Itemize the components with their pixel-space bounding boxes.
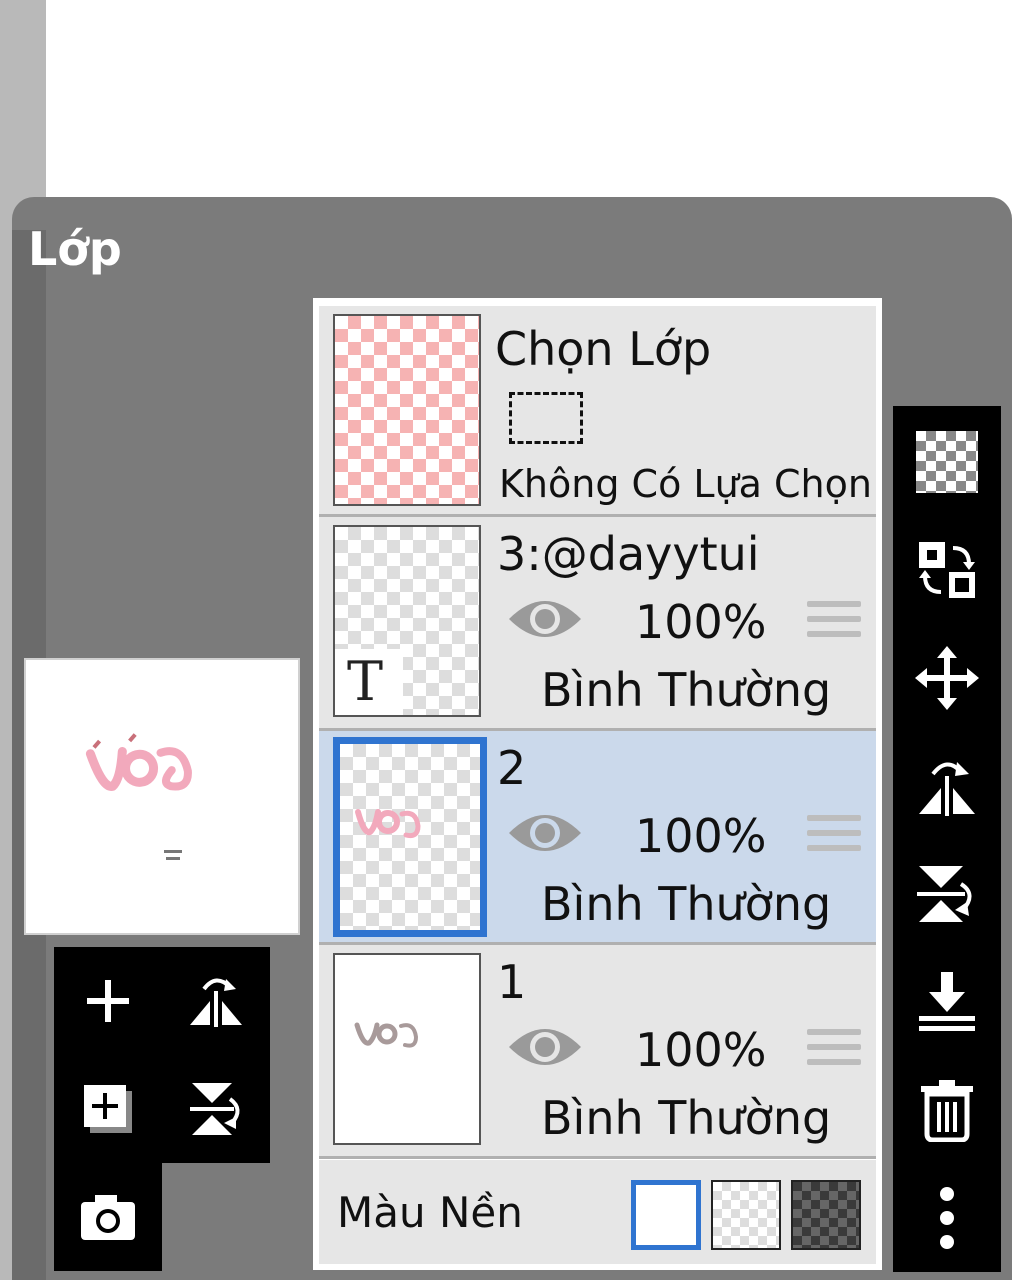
selection-layer-title: Chọn Lớp <box>495 322 712 376</box>
canvas-preview[interactable] <box>24 658 300 935</box>
layer-name: 2 <box>497 741 527 795</box>
panel-title: Lớp <box>28 222 122 276</box>
layer-name: 1 <box>497 955 527 1009</box>
flip-vertical-icon <box>190 1083 240 1135</box>
drag-handle-icon[interactable] <box>807 1029 861 1073</box>
merge-down-icon <box>919 972 975 1031</box>
layer-opacity[interactable]: 100% <box>635 809 767 863</box>
move-icon <box>915 646 979 710</box>
camera-button[interactable] <box>54 1163 162 1271</box>
eye-icon[interactable] <box>507 807 583 859</box>
drag-handle-icon[interactable] <box>807 601 861 645</box>
layer-blend-mode[interactable]: Bình Thường <box>541 1091 831 1145</box>
add-layer-button[interactable] <box>54 947 162 1055</box>
transparency-icon <box>916 431 978 493</box>
layer-blend-mode[interactable]: Bình Thường <box>541 877 831 931</box>
duplicate-layer-button[interactable] <box>54 1055 162 1163</box>
flip-layer-vertical-button[interactable] <box>162 1055 270 1163</box>
selection-thumbnail <box>333 314 481 506</box>
left-toolbar-camera <box>54 1163 162 1271</box>
drag-handle-icon[interactable] <box>807 815 861 859</box>
layer-opacity[interactable]: 100% <box>635 595 767 649</box>
divider <box>319 1156 876 1159</box>
flip-layer-horizontal-button[interactable] <box>162 947 270 1055</box>
preview-artwork <box>85 733 192 860</box>
layer-row-1[interactable]: 1 100% Bình Thường <box>319 945 876 1156</box>
text-layer-glyph: T <box>335 649 403 715</box>
add-layer-icon <box>87 980 129 1022</box>
layer-name: 3:@dayytui <box>497 527 760 581</box>
delete-icon <box>921 1080 973 1142</box>
background-white-swatch[interactable] <box>631 1180 701 1250</box>
swap-layers-icon <box>919 542 975 598</box>
layer-row-2[interactable]: 2 100% Bình Thường <box>319 731 876 942</box>
layer-opacity[interactable]: 100% <box>635 1023 767 1077</box>
selection-rect-icon <box>509 392 583 444</box>
flip-horizontal-icon <box>919 762 975 816</box>
background-color-label: Màu Nền <box>337 1188 523 1237</box>
background-color-row: Màu Nền <box>319 1160 876 1264</box>
layer-thumbnail-art <box>354 1022 419 1048</box>
add-copy-layer-icon <box>84 1085 132 1133</box>
flip-horizontal-button[interactable] <box>893 732 1001 840</box>
layer-blend-mode[interactable]: Bình Thường <box>541 663 831 717</box>
eye-icon[interactable] <box>507 1021 583 1073</box>
camera-icon <box>81 1195 135 1240</box>
flip-vertical-icon <box>917 866 972 922</box>
left-toolbar <box>54 947 270 1163</box>
merge-down-button[interactable] <box>893 948 1001 1056</box>
flip-vertical-button[interactable] <box>893 840 1001 948</box>
right-toolbar <box>893 406 1001 1272</box>
move-button[interactable] <box>893 624 1001 732</box>
eye-icon[interactable] <box>507 593 583 645</box>
delete-layer-button[interactable] <box>893 1056 1001 1164</box>
layer-row-3[interactable]: T 3:@dayytui 100% Bình Thường <box>319 517 876 728</box>
flip-horizontal-icon <box>190 978 242 1027</box>
canvas-area[interactable] <box>46 0 1024 210</box>
background-dark-swatch[interactable] <box>791 1180 861 1250</box>
layers-list: Chọn Lớp Không Có Lựa Chọn T 3:@dayytui … <box>313 298 882 1270</box>
layer-thumbnail-art <box>355 809 421 839</box>
selection-status: Không Có Lựa Chọn <box>499 462 872 506</box>
more-icon <box>940 1187 954 1249</box>
layer-thumbnail: T <box>333 525 481 717</box>
transparency-button[interactable] <box>893 408 1001 516</box>
layer-thumbnail <box>333 953 481 1145</box>
swap-layers-button[interactable] <box>893 516 1001 624</box>
selection-layer-row[interactable]: Chọn Lớp Không Có Lựa Chọn <box>319 306 876 514</box>
background-transparent-swatch[interactable] <box>711 1180 781 1250</box>
more-options-button[interactable] <box>893 1164 1001 1272</box>
layer-thumbnail <box>333 737 487 937</box>
